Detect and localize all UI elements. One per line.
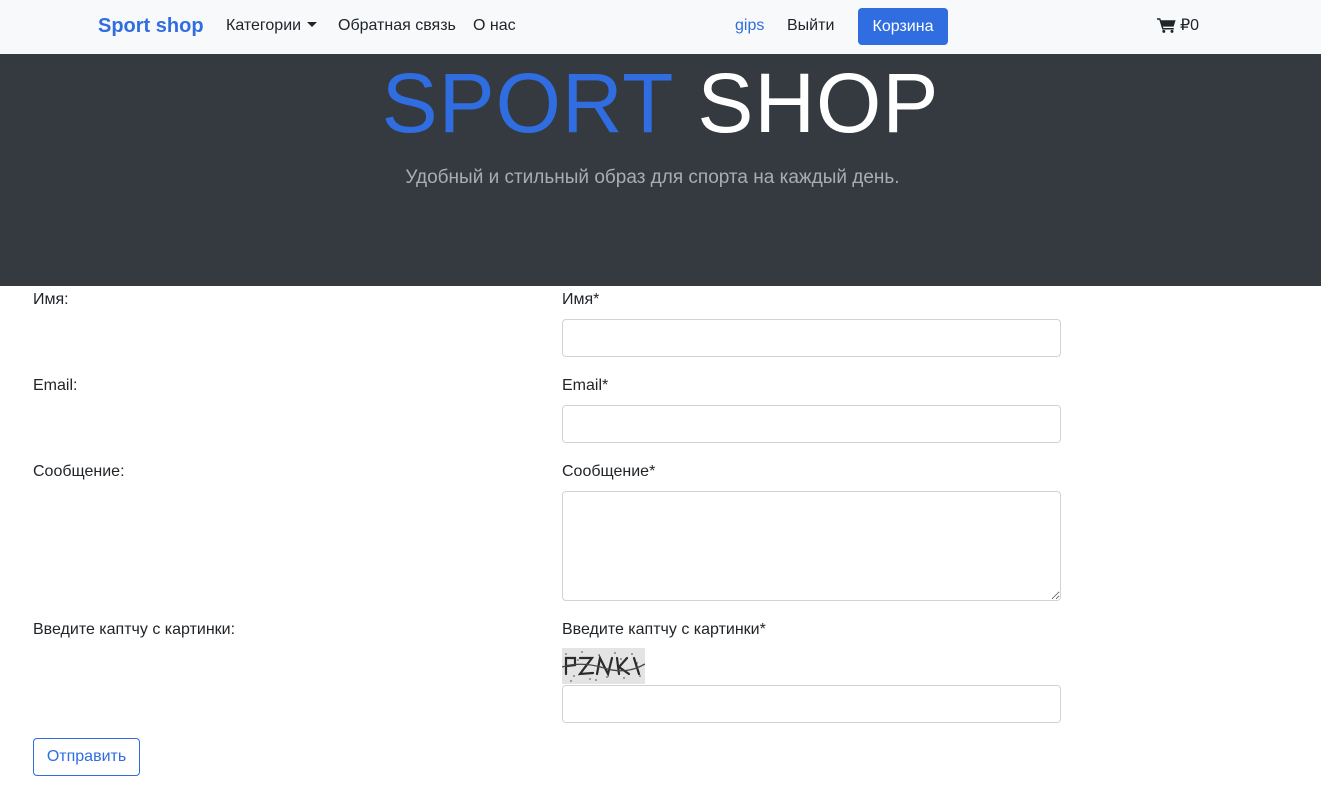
hero-title: SPORT SHOP — [0, 57, 1321, 149]
captcha-image — [562, 648, 645, 684]
submit-button[interactable]: Отправить — [33, 738, 140, 776]
captcha-input[interactable] — [562, 685, 1061, 723]
name-input[interactable] — [562, 319, 1061, 357]
nav-categories-dropdown[interactable]: Категории — [226, 16, 318, 36]
navbar: Sport shop Категории Обратная связь О на… — [0, 0, 1321, 54]
nav-feedback-link[interactable]: Обратная связь — [338, 16, 456, 36]
cart-total-link[interactable]: ₽0 — [1157, 16, 1199, 36]
message-row-label: Сообщение: — [33, 463, 125, 480]
message-textarea[interactable] — [562, 491, 1061, 601]
name-row-label: Имя: — [33, 291, 69, 308]
message-field-label: Сообщение* — [562, 463, 656, 480]
email-input[interactable] — [562, 405, 1061, 443]
hero-subtitle: Удобный и стильный образ для спорта на к… — [405, 167, 900, 188]
cart-button[interactable]: Корзина — [858, 8, 948, 45]
hero-title-shop: SHOP — [697, 56, 940, 150]
nav-about-link[interactable]: О нас — [473, 16, 516, 36]
name-field-label: Имя* — [562, 291, 600, 308]
hero-banner: SPORT SHOP Удобный и стильный образ для … — [0, 54, 1321, 286]
captcha-row-label: Введите каптчу с картинки: — [33, 621, 236, 638]
shopping-cart-icon — [1157, 18, 1176, 33]
nav-user-link[interactable]: gips — [735, 16, 764, 36]
chevron-down-icon — [307, 22, 318, 27]
nav-logout-link[interactable]: Выйти — [787, 16, 834, 36]
nav-categories-label: Категории — [226, 17, 302, 34]
email-row-label: Email: — [33, 377, 78, 394]
hero-title-sport: SPORT — [381, 56, 673, 150]
cart-total-value: ₽0 — [1180, 17, 1200, 34]
brand-link[interactable]: Sport shop — [98, 13, 204, 39]
email-field-label: Email* — [562, 377, 609, 394]
captcha-field-label: Введите каптчу с картинки* — [562, 621, 766, 638]
